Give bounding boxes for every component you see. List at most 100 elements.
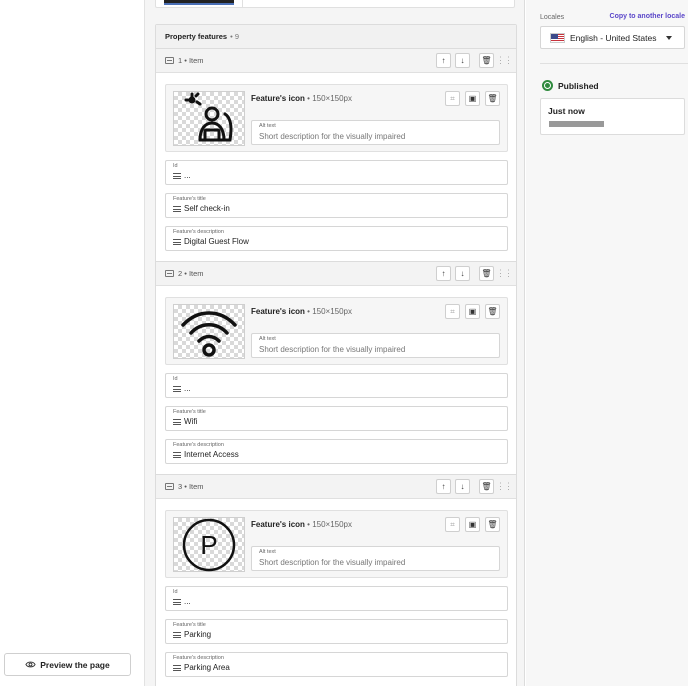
feature-title-field[interactable]: Feature's title Parking: [165, 619, 508, 644]
feature-icon-dims: 150×150px: [312, 520, 353, 529]
trash-icon: 🗑: [487, 520, 498, 529]
trash-icon: 🗑: [481, 482, 492, 491]
feature-title-value: Parking: [184, 630, 212, 639]
text-lines-icon: [173, 665, 181, 671]
copy-to-locale-link[interactable]: Copy to another locale: [610, 13, 685, 20]
image-icon: ▣: [468, 307, 477, 316]
icon-actions: ⌗ ▣ 🗑: [445, 517, 500, 532]
feature-icon-title: Feature's icon • 150×150px: [251, 94, 353, 103]
alt-text-field[interactable]: Alt text Short description for the visua…: [251, 333, 500, 358]
status-label: Published: [558, 81, 599, 91]
feature-title-label: Feature's title: [173, 196, 206, 202]
icon-actions: ⌗ ▣ 🗑: [445, 91, 500, 106]
arrow-down-icon: ↓: [460, 269, 465, 278]
move-up-button[interactable]: ↑: [436, 266, 451, 281]
self-check-in-icon: [184, 92, 233, 141]
delete-item-button[interactable]: 🗑: [479, 266, 494, 281]
crop-icon: ⌗: [450, 306, 455, 316]
feature-icon-thumbnail[interactable]: [173, 91, 245, 146]
feature-description-value: Digital Guest Flow: [184, 237, 249, 246]
us-flag-icon: [550, 33, 565, 43]
locale-select-value: English - United States: [570, 33, 657, 43]
item-actions: ↑ ↓ 🗑 ⋮⋮: [436, 53, 513, 68]
text-lines-icon: [173, 452, 181, 458]
arrow-up-icon: ↑: [441, 269, 446, 278]
text-lines-icon: [173, 599, 181, 605]
alt-text-placeholder: Short description for the visually impai…: [259, 132, 406, 141]
move-down-button[interactable]: ↓: [455, 266, 470, 281]
id-field[interactable]: Id ...: [165, 160, 508, 185]
svg-text:P: P: [200, 530, 217, 560]
feature-icon-dims: 150×150px: [312, 94, 353, 103]
published-status-icon: [542, 80, 553, 91]
drag-handle-icon[interactable]: ⋮⋮: [496, 481, 513, 493]
trash-icon: 🗑: [481, 56, 492, 65]
image-icon: ▣: [468, 94, 477, 103]
remove-image-button[interactable]: 🗑: [485, 304, 500, 319]
feature-icon-field: Feature's icon • 150×150px ⌗ ▣ 🗑 Alt tex…: [165, 297, 508, 365]
move-up-button[interactable]: ↑: [436, 53, 451, 68]
feature-title-field[interactable]: Feature's title Wifi: [165, 406, 508, 431]
previous-field-strip: [155, 0, 515, 8]
id-field[interactable]: Id ...: [165, 373, 508, 398]
drag-handle-icon[interactable]: ⋮⋮: [496, 55, 513, 67]
remove-image-button[interactable]: 🗑: [485, 517, 500, 532]
text-lines-icon: [173, 239, 181, 245]
id-field[interactable]: Id ...: [165, 586, 508, 611]
move-down-button[interactable]: ↓: [455, 53, 470, 68]
arrow-up-icon: ↑: [441, 56, 446, 65]
alt-text-field[interactable]: Alt text Short description for the visua…: [251, 546, 500, 571]
arrow-up-icon: ↑: [441, 482, 446, 491]
editor-main: Property features • 9 1 • Item ↑ ↓ 🗑 ⋮⋮: [145, 0, 525, 686]
id-label: Id: [173, 163, 178, 169]
item-actions: ↑ ↓ 🗑 ⋮⋮: [436, 266, 513, 281]
move-up-button[interactable]: ↑: [436, 479, 451, 494]
feature-description-field[interactable]: Feature's description Digital Guest Flow: [165, 226, 508, 251]
id-label: Id: [173, 376, 178, 382]
feature-description-field[interactable]: Feature's description Parking Area: [165, 652, 508, 677]
wifi-icon: [181, 310, 237, 357]
text-lines-icon: [173, 173, 181, 179]
author-placeholder-bar: [549, 121, 604, 127]
feature-title-label: Feature's title: [173, 622, 206, 628]
feature-icon-field: Feature's icon • 150×150px ⌗ ▣ 🗑 Alt tex…: [165, 84, 508, 152]
feature-title-label: Feature's title: [173, 409, 206, 415]
feature-description-value: Parking Area: [184, 663, 230, 672]
alt-text-placeholder: Short description for the visually impai…: [259, 345, 406, 354]
crop-image-button[interactable]: ⌗: [445, 91, 460, 106]
feature-description-value: Internet Access: [184, 450, 239, 459]
text-lines-icon: [173, 206, 181, 212]
delete-item-button[interactable]: 🗑: [479, 53, 494, 68]
feature-description-field[interactable]: Feature's description Internet Access: [165, 439, 508, 464]
text-lines-icon: [173, 386, 181, 392]
id-label: Id: [173, 589, 178, 595]
property-features-header: Property features • 9: [156, 25, 516, 49]
property-features-title: Property features: [165, 32, 228, 41]
feature-icon-thumbnail[interactable]: [173, 304, 245, 359]
strip-divider: [242, 0, 243, 7]
move-down-button[interactable]: ↓: [455, 479, 470, 494]
property-features-section: Property features • 9 1 • Item ↑ ↓ 🗑 ⋮⋮: [155, 24, 517, 686]
replace-image-button[interactable]: ▣: [465, 517, 480, 532]
preview-page-button[interactable]: Preview the page: [4, 653, 131, 676]
alt-text-field[interactable]: Alt text Short description for the visua…: [251, 120, 500, 145]
replace-image-button[interactable]: ▣: [465, 304, 480, 319]
crop-image-button[interactable]: ⌗: [445, 517, 460, 532]
replace-image-button[interactable]: ▣: [465, 91, 480, 106]
feature-icon-title: Feature's icon • 150×150px: [251, 307, 353, 316]
eye-icon: [25, 661, 36, 668]
drag-handle-icon[interactable]: ⋮⋮: [496, 268, 513, 280]
chevron-down-icon: [666, 36, 672, 40]
image-icon: ▣: [468, 520, 477, 529]
last-saved-time: Just now: [548, 106, 585, 116]
crop-icon: ⌗: [450, 93, 455, 103]
crop-image-button[interactable]: ⌗: [445, 304, 460, 319]
feature-title-field[interactable]: Feature's title Self check-in: [165, 193, 508, 218]
delete-item-button[interactable]: 🗑: [479, 479, 494, 494]
feature-icon-thumbnail[interactable]: P: [173, 517, 245, 572]
status-card: Just now: [540, 98, 685, 135]
locale-select[interactable]: English - United States: [540, 26, 685, 49]
remove-image-button[interactable]: 🗑: [485, 91, 500, 106]
right-sidebar: Locales Copy to another locale English -…: [526, 0, 688, 686]
id-value: ...: [184, 597, 191, 606]
